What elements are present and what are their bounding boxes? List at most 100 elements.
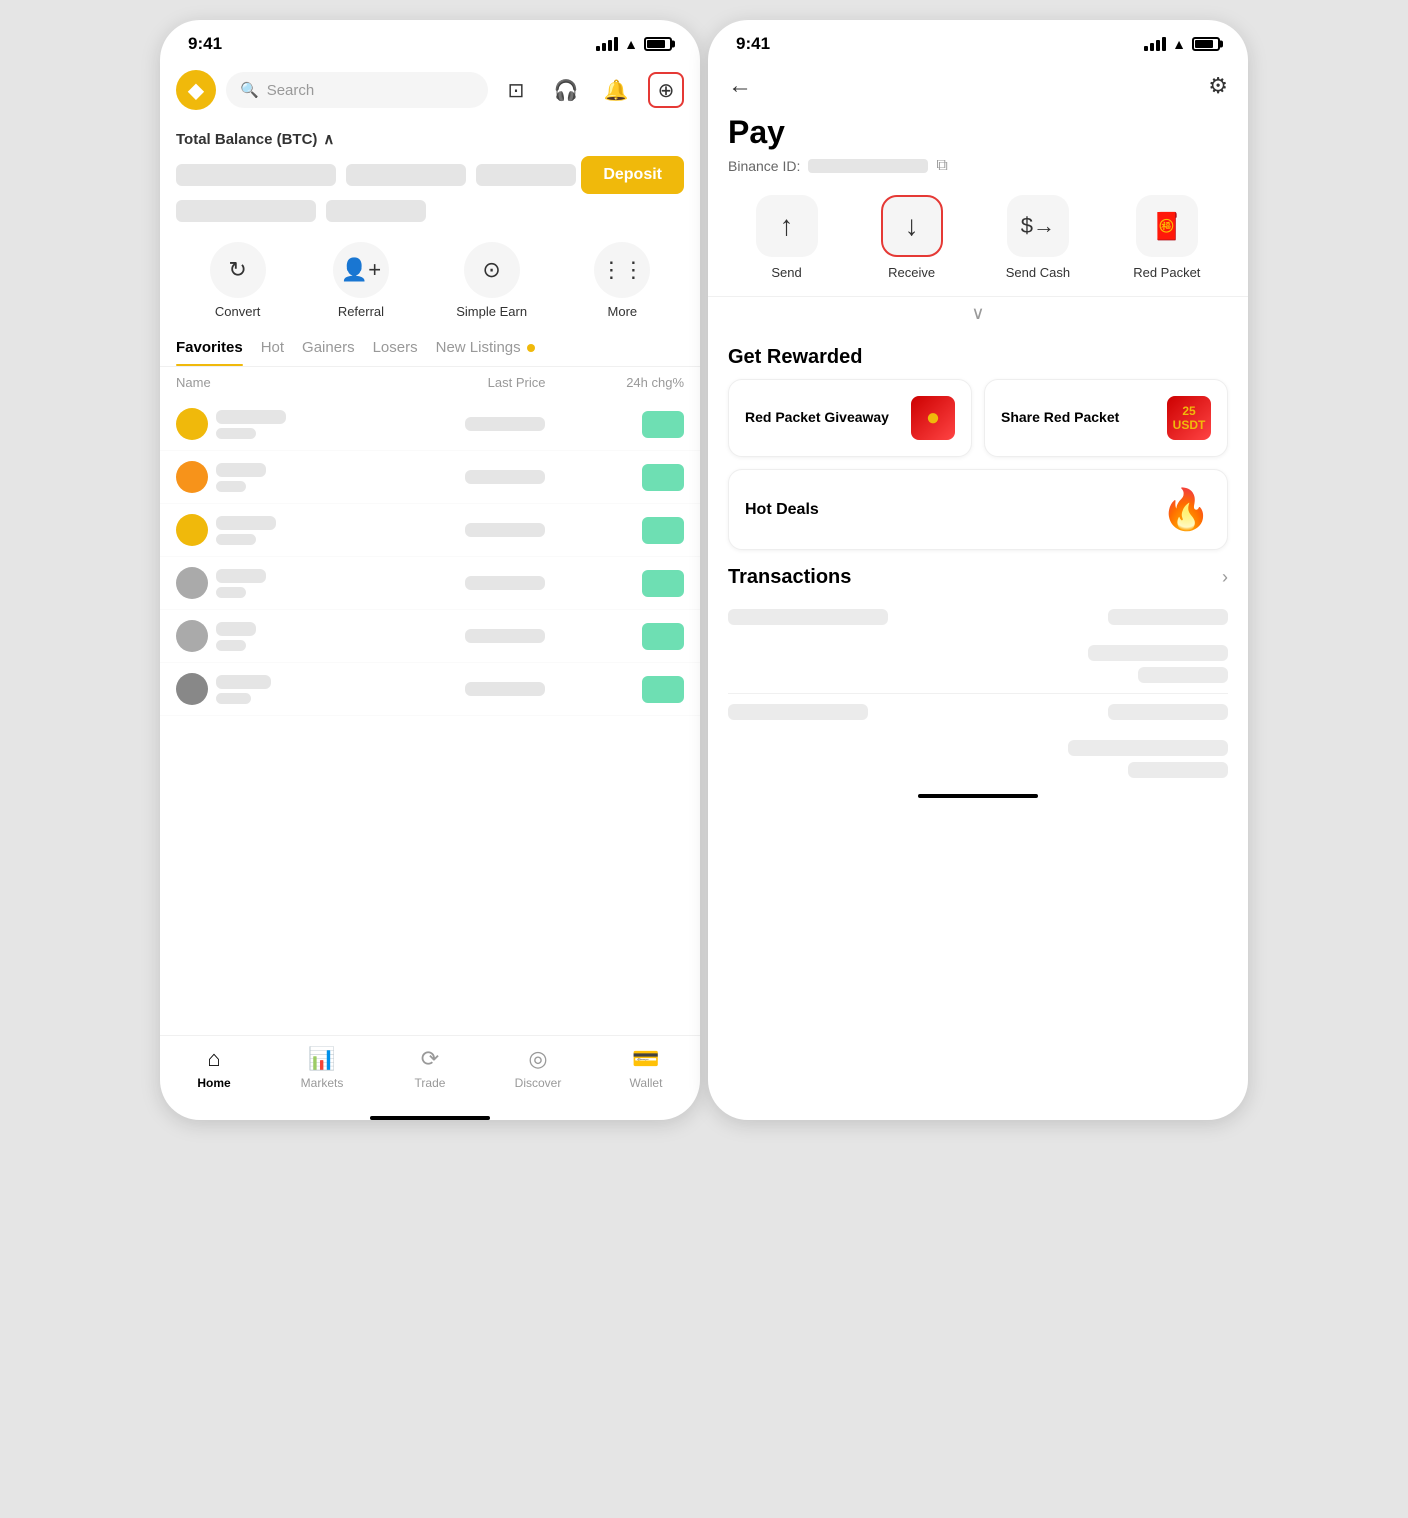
back-button[interactable]: ← (728, 72, 752, 100)
tab-new-listings[interactable]: New Listings (436, 339, 535, 366)
price-value (465, 576, 545, 590)
page-title: Pay (708, 110, 1248, 153)
tx-sub-2 (1138, 667, 1228, 683)
price-value (465, 470, 545, 484)
home-indicator-right (918, 794, 1038, 798)
nav-wallet[interactable]: 💳 Wallet (592, 1046, 700, 1090)
header-left: ◆ 🔍 Search ⊡ 🎧 🔔 ⊕ (160, 62, 700, 118)
balance-value-2 (346, 164, 466, 186)
price-value (465, 417, 545, 431)
discover-icon: ◎ (528, 1046, 547, 1072)
hot-deals-icon: 🔥 (1161, 486, 1211, 533)
coin-name (216, 463, 266, 477)
tx-value-1 (728, 609, 888, 625)
hot-deals-card[interactable]: Hot Deals 🔥 (728, 469, 1228, 550)
change-badge: ​ (642, 570, 684, 597)
balance-sub-value (176, 200, 316, 222)
receive-label: Receive (888, 265, 935, 280)
balance-value-1 (176, 164, 336, 186)
deposit-button[interactable]: Deposit (581, 156, 684, 194)
status-bar-right: 9:41 ▲ (708, 20, 1248, 62)
simple-earn-label: Simple Earn (456, 304, 527, 319)
chevron-down-icon[interactable]: ∨ (708, 297, 1248, 330)
tab-favorites[interactable]: Favorites (176, 339, 243, 366)
search-bar[interactable]: 🔍 Search (226, 72, 488, 108)
pay-action-red-packet[interactable]: 🧧 Red Packet (1133, 195, 1200, 280)
change-badge: ​ (642, 411, 684, 438)
binance-id-value (808, 159, 928, 173)
pay-action-send[interactable]: ↑ Send (756, 195, 818, 280)
pay-icon-left[interactable]: ⊕ (648, 72, 684, 108)
bottom-nav: ⌂ Home 📊 Markets ⟳ Trade ◎ Discover 💳 (160, 1035, 700, 1110)
send-cash-icon: $→ (1007, 195, 1069, 257)
nav-trade[interactable]: ⟳ Trade (376, 1046, 484, 1090)
coin-icon (176, 461, 208, 493)
red-packet-giveaway-text: Red Packet Giveaway (745, 408, 889, 428)
status-bar-left: 9:41 ▲ (160, 20, 700, 62)
settings-button[interactable]: ⚙ (1208, 73, 1228, 99)
headset-icon[interactable]: 🎧 (548, 72, 584, 108)
tab-hot[interactable]: Hot (261, 339, 284, 366)
coin-symbol (216, 428, 256, 439)
table-row[interactable]: ​ (160, 610, 700, 663)
bell-icon[interactable]: 🔔 (598, 72, 634, 108)
nav-markets-label: Markets (301, 1076, 344, 1090)
table-row[interactable]: ​ (160, 504, 700, 557)
red-packet-giveaway-card[interactable]: Red Packet Giveaway ● (728, 379, 972, 457)
transactions-chevron-icon[interactable]: › (1222, 567, 1228, 588)
price-value (465, 682, 545, 696)
pay-action-send-cash[interactable]: $→ Send Cash (1006, 195, 1070, 280)
tab-losers[interactable]: Losers (373, 339, 418, 366)
convert-label: Convert (215, 304, 261, 319)
table-row[interactable]: ​ (160, 663, 700, 716)
more-icon: ⋮⋮ (594, 242, 650, 298)
home-indicator-left (370, 1116, 490, 1120)
status-icons-right: ▲ (1144, 36, 1220, 52)
nav-markets[interactable]: 📊 Markets (268, 1046, 376, 1090)
quick-action-referral[interactable]: 👤+ Referral (333, 242, 389, 319)
col-name-header: Name (176, 375, 361, 390)
red-packet-action-icon: 🧧 (1136, 195, 1198, 257)
header-icons: ⊡ 🎧 🔔 ⊕ (498, 72, 684, 108)
red-packet-label: Red Packet (1133, 265, 1200, 280)
reward-cards: Red Packet Giveaway ● Share Red Packet 2… (708, 379, 1248, 457)
coin-icon (176, 514, 208, 546)
search-placeholder: Search (267, 82, 315, 99)
tab-gainers[interactable]: Gainers (302, 339, 355, 366)
table-row[interactable]: ​ (160, 451, 700, 504)
binance-id-label: Binance ID: (728, 158, 800, 174)
col-price-header: Last Price (361, 375, 546, 390)
nav-home[interactable]: ⌂ Home (160, 1046, 268, 1090)
nav-discover[interactable]: ◎ Discover (484, 1046, 592, 1090)
quick-action-simple-earn[interactable]: ⊙ Simple Earn (456, 242, 527, 319)
transaction-row-2[interactable] (708, 694, 1248, 730)
coin-icon (176, 567, 208, 599)
share-red-packet-card[interactable]: Share Red Packet 25USDT (984, 379, 1228, 457)
simple-earn-icon: ⊙ (464, 242, 520, 298)
pay-action-receive[interactable]: ↓ Receive (881, 195, 943, 280)
trade-icon: ⟳ (421, 1046, 439, 1072)
binance-logo[interactable]: ◆ (176, 70, 216, 110)
col-change-header: 24h chg% (545, 375, 684, 390)
right-header: ← ⚙ (708, 62, 1248, 110)
transaction-row-1[interactable] (708, 599, 1248, 635)
copy-icon[interactable]: ⧉ (936, 157, 947, 175)
table-row[interactable]: ​ (160, 398, 700, 451)
time-left: 9:41 (188, 34, 222, 54)
share-red-packet-text: Share Red Packet (1001, 408, 1119, 428)
battery-icon (644, 37, 672, 51)
red-packet-giveaway-icon: ● (911, 396, 955, 440)
tx-sub-3 (1068, 740, 1228, 756)
nav-home-label: Home (197, 1076, 230, 1090)
quick-action-more[interactable]: ⋮⋮ More (594, 242, 650, 319)
more-label: More (608, 304, 638, 319)
scan-icon[interactable]: ⊡ (498, 72, 534, 108)
table-row[interactable]: ​ (160, 557, 700, 610)
wallet-icon: 💳 (632, 1046, 659, 1072)
coin-symbol (216, 640, 246, 651)
right-phone: 9:41 ▲ ← ⚙ (708, 20, 1248, 1120)
status-icons-left: ▲ (596, 36, 672, 52)
referral-label: Referral (338, 304, 384, 319)
quick-action-convert[interactable]: ↻ Convert (210, 242, 266, 319)
search-icon: 🔍 (240, 81, 259, 99)
